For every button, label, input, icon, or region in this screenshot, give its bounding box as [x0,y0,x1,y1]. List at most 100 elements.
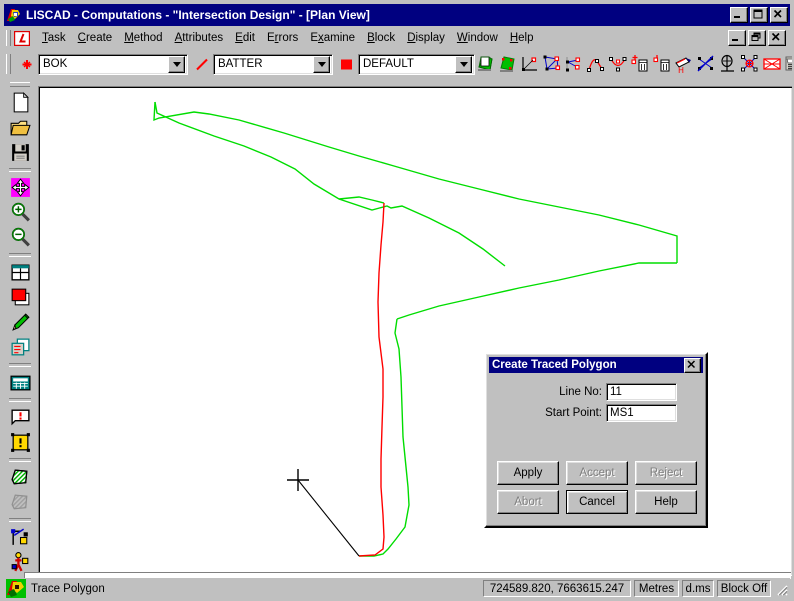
arc-three-point-icon[interactable] [586,54,606,74]
point-style-combo[interactable]: BOK [38,53,188,75]
hatched-polygon-disabled-icon[interactable] [9,491,32,514]
fill-style-value: DEFAULT [363,58,414,70]
measure-angle-icon[interactable] [718,54,738,74]
help-button[interactable]: Help [635,490,697,514]
left-toolbar-separator [9,168,31,172]
zoom-out-icon[interactable] [9,226,32,249]
open-file-icon[interactable] [9,116,32,139]
window-minimize-button[interactable] [730,7,748,23]
color-swatch-icon[interactable] [9,286,32,309]
insert-point-icon[interactable] [630,54,650,74]
menu-item-method[interactable]: Method [118,30,168,46]
window-close-button[interactable] [770,7,788,23]
apply-button[interactable]: Apply [497,461,559,485]
window-title: LISCAD - Computations - "Intersection De… [26,8,370,22]
menu-item-window[interactable]: Window [451,30,504,46]
accept-button: Accept [566,461,628,485]
dialog-title: Create Traced Polygon [492,359,617,371]
create-polygon-icon[interactable] [476,54,496,74]
line-style-combo[interactable]: BATTER [213,53,333,75]
fill-style-dropdown-arrow[interactable] [455,55,472,73]
menu-item-block[interactable]: Block [361,30,401,46]
red-point-marker-icon [22,59,32,69]
left-toolbar-separator [9,363,31,367]
line-style-dropdown-arrow[interactable] [313,55,330,73]
left-toolbar-separator [9,253,31,257]
polyline-nodes-icon[interactable] [542,54,562,74]
hatched-polygon-icon[interactable] [9,466,32,489]
liscad-logo-icon [6,579,26,598]
menu-bar: Task Create Method Attributes Edit Error… [4,28,790,48]
left-toolbar-separator [9,518,31,522]
report-table-icon[interactable] [784,54,794,74]
feature-line [396,262,677,320]
pencil-edit-icon[interactable] [9,311,32,334]
title-bar: LISCAD - Computations - "Intersection De… [4,4,790,26]
feature-line [359,318,410,557]
dialog-title-bar: Create Traced Polygon [489,357,703,373]
new-file-icon[interactable] [9,91,32,114]
grid-mesh-icon[interactable] [762,54,782,74]
survey-tools-icon[interactable] [9,526,32,549]
menu-drag-grip[interactable] [6,30,11,46]
mdi-minimize-button[interactable] [728,30,746,46]
window-view-icon[interactable] [9,261,32,284]
left-toolbar [4,80,36,599]
error-alert-icon[interactable] [9,406,32,429]
resize-grip[interactable] [774,582,788,596]
polyline-from-point-icon[interactable] [564,54,584,74]
dialog-close-button[interactable] [684,357,701,373]
red-color-swatch-icon [341,59,352,69]
data-table-icon[interactable] [9,371,32,394]
menu-item-errors[interactable]: Errors [261,30,304,46]
menu-item-examine[interactable]: Examine [304,30,361,46]
feature-line [154,101,506,267]
liscad-L-icon[interactable] [14,30,30,46]
curve-fit-icon[interactable] [608,54,628,74]
zoom-in-icon[interactable] [9,201,32,224]
menu-item-task[interactable]: Task [36,30,72,46]
green-joint-segment [338,196,385,204]
point-style-dropdown-arrow[interactable] [168,55,185,73]
create-traced-polygon-dialog[interactable]: Create Traced Polygon Line No: 11 Start … [484,352,708,528]
menu-item-attributes[interactable]: Attributes [169,30,230,46]
status-message: Trace Polygon [31,582,105,595]
status-bar: Trace Polygon 724589.820, 7663615.247 Me… [4,578,790,599]
liscad-application-window: LISCAD - Computations - "Intersection De… [0,0,794,601]
menu-item-create[interactable]: Create [72,30,119,46]
delete-line-icon[interactable] [696,54,716,74]
copy-duplicate-icon[interactable] [9,336,32,359]
line-no-input[interactable]: 11 [606,383,677,401]
cancel-button[interactable]: Cancel [566,490,628,514]
transform-points-icon[interactable] [740,54,760,74]
save-file-icon[interactable] [9,141,32,164]
left-toolbar-drag-grip[interactable] [10,82,30,87]
status-units: Metres [634,580,679,597]
annotate-height-icon[interactable]: H [674,54,694,74]
line-style-value: BATTER [218,58,263,70]
rubber-band-line [297,479,360,557]
start-point-row: Start Point: MS1 [494,404,698,422]
fill-style-combo[interactable]: DEFAULT [358,53,475,75]
traced-polygon-icon[interactable] [498,54,518,74]
start-point-input[interactable]: MS1 [606,404,677,422]
mdi-close-button[interactable] [768,30,786,46]
window-maximize-button[interactable] [750,7,768,23]
red-line-style-icon [196,58,208,70]
rectangle-by-corners-icon[interactable] [520,54,540,74]
feature-line [153,101,678,263]
mdi-child-buttons [728,30,790,46]
toolbar-drag-grip[interactable] [6,54,11,74]
surveyor-figure-icon[interactable] [9,551,32,574]
liscad-logo-icon [6,7,22,23]
mdi-restore-button[interactable] [748,30,766,46]
line-no-row: Line No: 11 [494,383,698,401]
menu-item-display[interactable]: Display [401,30,451,46]
warning-alert-icon[interactable] [9,431,32,454]
crosshair-cursor [287,469,309,491]
main-toolbar: BOK BATTER DEFAULT H [4,50,792,78]
menu-item-edit[interactable]: Edit [229,30,261,46]
menu-item-help[interactable]: Help [504,30,540,46]
pan-icon[interactable] [9,176,32,199]
delete-point-icon[interactable] [652,54,672,74]
